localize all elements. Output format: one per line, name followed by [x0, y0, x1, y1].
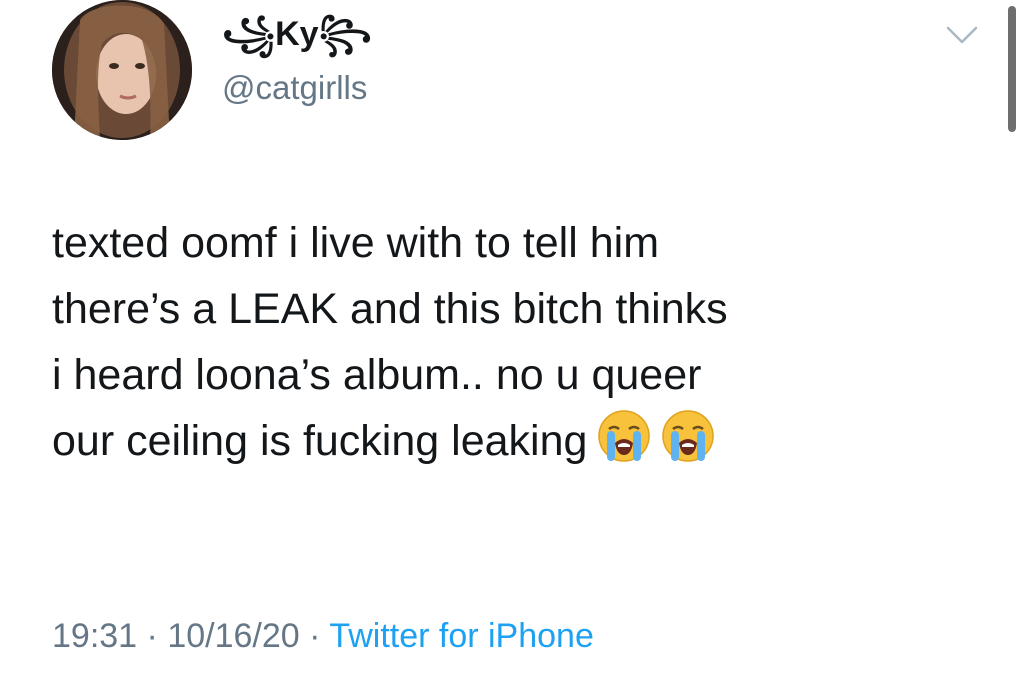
user-handle[interactable]: @catgirlls	[222, 68, 367, 108]
tweet-text-line: our ceiling is fucking leaking	[52, 417, 588, 465]
loudly-crying-face-icon	[662, 410, 715, 462]
loudly-crying-face-icon	[598, 410, 651, 462]
tweet-text-line: there’s a LEAK and this bitch thinks	[52, 285, 728, 333]
tweet-text-line: texted oomf i live with to tell him	[52, 219, 660, 267]
meta-separator: ·	[309, 617, 321, 655]
tweet-card: ꧁Ky꧂ @catgirlls texted oomf i live with …	[0, 0, 1024, 685]
display-name[interactable]: ꧁Ky꧂	[222, 14, 372, 54]
tweet-text: texted oomf i live with to tell him ther…	[52, 210, 992, 474]
scrollbar[interactable]	[1008, 6, 1016, 132]
tweet-source-link[interactable]: Twitter for iPhone	[329, 617, 594, 655]
tweet-meta: 19:31 · 10/16/20 · Twitter for iPhone	[52, 614, 594, 658]
tweet-text-line: i heard loona’s album.. no u queer	[52, 351, 702, 399]
chevron-down-icon[interactable]	[942, 20, 982, 50]
tweet-text-line-with-emoji: our ceiling is fucking leaking	[52, 408, 992, 474]
avatar-image	[52, 0, 192, 140]
avatar[interactable]	[52, 0, 192, 140]
tweet-date[interactable]: 10/16/20	[167, 617, 299, 655]
meta-separator: ·	[146, 617, 158, 655]
tweet-time[interactable]: 19:31	[52, 617, 137, 655]
